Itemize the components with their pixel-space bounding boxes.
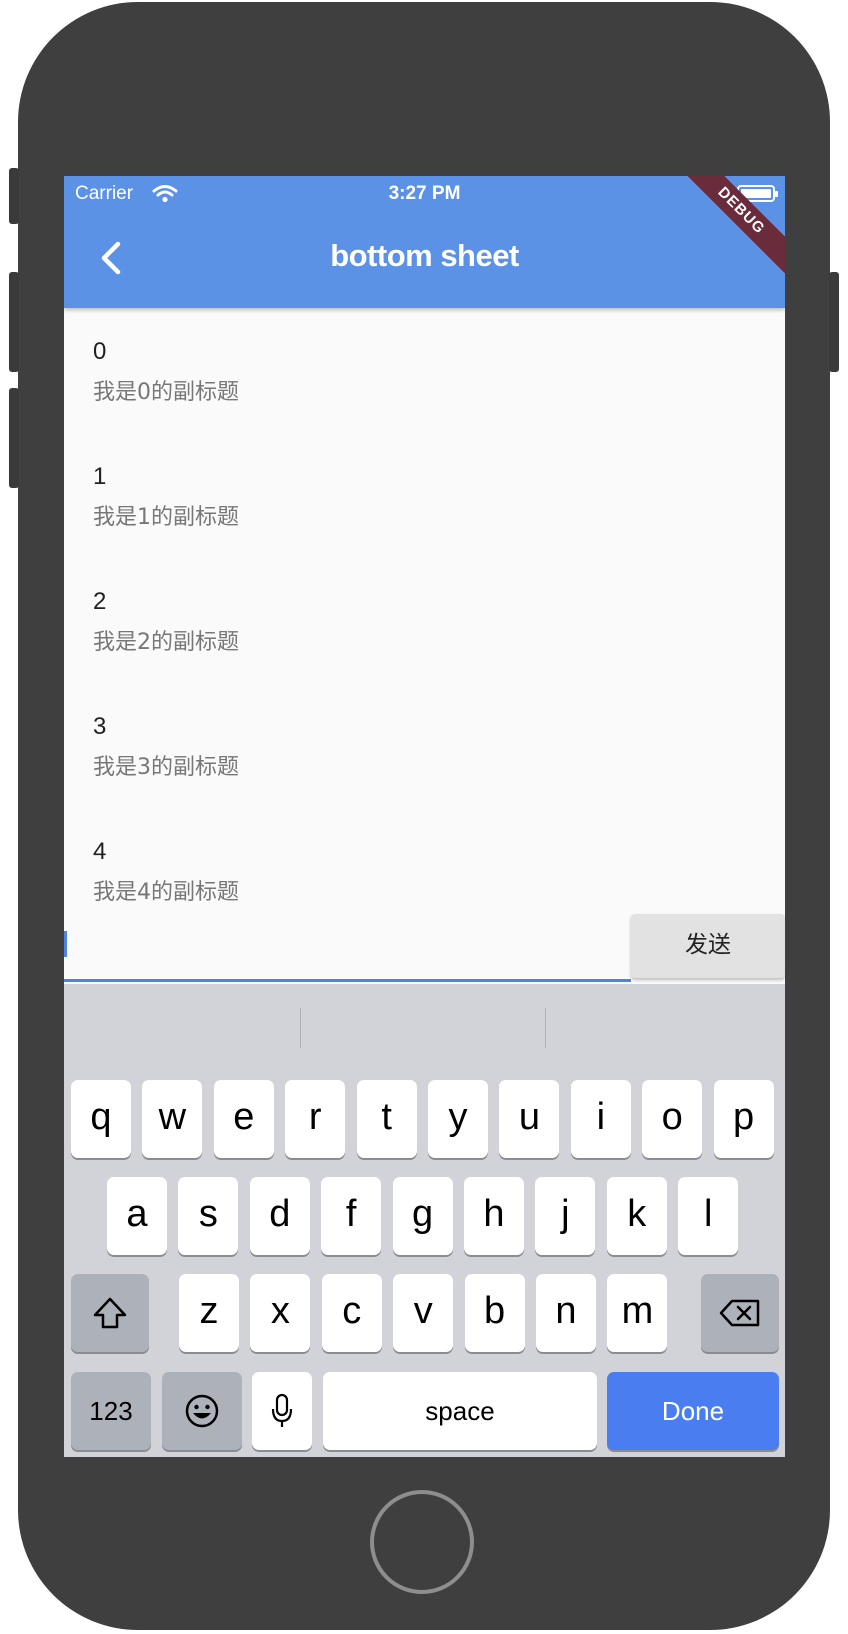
- list-item-title: 0: [93, 338, 107, 365]
- mute-switch: [9, 168, 19, 224]
- suggestion-divider: [300, 1008, 301, 1048]
- shift-icon: [93, 1297, 127, 1329]
- message-input-row: 发送: [64, 914, 785, 982]
- keyboard: qwertyuiop asdfghjkl zxcvbnm 123 space D…: [64, 984, 785, 1457]
- power-button: [829, 272, 839, 372]
- list-item[interactable]: 1 我是1的副标题: [64, 433, 785, 558]
- shift-key[interactable]: [71, 1274, 149, 1352]
- list-item-subtitle: 我是0的副标题: [93, 380, 239, 405]
- list-item-title: 2: [93, 588, 107, 615]
- key-i[interactable]: i: [570, 1080, 631, 1158]
- list-item-title: 1: [93, 463, 107, 490]
- key-z[interactable]: z: [179, 1274, 239, 1352]
- home-button[interactable]: [370, 1490, 474, 1594]
- volume-up-button: [9, 272, 19, 372]
- dictation-key[interactable]: [252, 1372, 312, 1450]
- message-input[interactable]: [64, 914, 631, 982]
- key-x[interactable]: x: [250, 1274, 311, 1352]
- key-m[interactable]: m: [607, 1274, 668, 1352]
- key-y[interactable]: y: [428, 1080, 488, 1158]
- numbers-key[interactable]: 123: [71, 1372, 151, 1450]
- key-w[interactable]: w: [142, 1080, 203, 1158]
- key-a[interactable]: a: [107, 1177, 167, 1255]
- key-g[interactable]: g: [392, 1177, 453, 1255]
- key-n[interactable]: n: [536, 1274, 596, 1352]
- suggestion-divider: [545, 1008, 546, 1048]
- backspace-icon: [719, 1299, 760, 1327]
- list-item-subtitle: 我是2的副标题: [93, 630, 239, 655]
- delete-key[interactable]: [701, 1274, 779, 1352]
- volume-down-button: [9, 388, 19, 488]
- list-item-subtitle: 我是4的副标题: [93, 880, 239, 905]
- screen: Carrier 3:27 PM bottom sheet DEBUG 0 我是0…: [64, 176, 785, 1457]
- key-k[interactable]: k: [606, 1177, 667, 1255]
- key-u[interactable]: u: [499, 1080, 560, 1158]
- status-bar: Carrier 3:27 PM: [64, 176, 785, 216]
- key-v[interactable]: v: [393, 1274, 454, 1352]
- list: 0 我是0的副标题 1 我是1的副标题 2 我是2的副标题 3 我是3的副标题 …: [64, 308, 785, 933]
- list-item-subtitle: 我是3的副标题: [93, 755, 239, 780]
- page-title: bottom sheet: [330, 238, 519, 273]
- key-e[interactable]: e: [213, 1080, 274, 1158]
- list-item[interactable]: 0 我是0的副标题: [64, 308, 785, 433]
- list-item-title: 4: [93, 838, 107, 865]
- key-c[interactable]: c: [321, 1274, 382, 1352]
- suggestion-bar: [64, 984, 785, 1054]
- list-item[interactable]: 2 我是2的副标题: [64, 558, 785, 683]
- done-key[interactable]: Done: [607, 1372, 779, 1450]
- key-l[interactable]: l: [678, 1177, 739, 1255]
- list-item-title: 3: [93, 713, 107, 740]
- list-item[interactable]: 3 我是3的副标题: [64, 683, 785, 808]
- key-p[interactable]: p: [713, 1080, 774, 1158]
- key-h[interactable]: h: [464, 1177, 524, 1255]
- send-button[interactable]: 发送: [631, 914, 785, 978]
- key-d[interactable]: d: [249, 1177, 310, 1255]
- emoji-icon: [185, 1394, 219, 1428]
- key-j[interactable]: j: [535, 1177, 596, 1255]
- emoji-key[interactable]: [162, 1372, 242, 1450]
- microphone-icon: [271, 1393, 293, 1427]
- key-f[interactable]: f: [321, 1177, 382, 1255]
- app-bar: Carrier 3:27 PM bottom sheet: [64, 176, 785, 308]
- status-time: 3:27 PM: [388, 183, 461, 204]
- key-t[interactable]: t: [356, 1080, 417, 1158]
- key-o[interactable]: o: [642, 1080, 703, 1158]
- key-r[interactable]: r: [285, 1080, 346, 1158]
- text-cursor: [64, 931, 67, 957]
- key-s[interactable]: s: [178, 1177, 239, 1255]
- key-b[interactable]: b: [464, 1274, 525, 1352]
- key-q[interactable]: q: [71, 1080, 131, 1158]
- list-item-subtitle: 我是1的副标题: [93, 505, 239, 530]
- space-key[interactable]: space: [323, 1372, 597, 1450]
